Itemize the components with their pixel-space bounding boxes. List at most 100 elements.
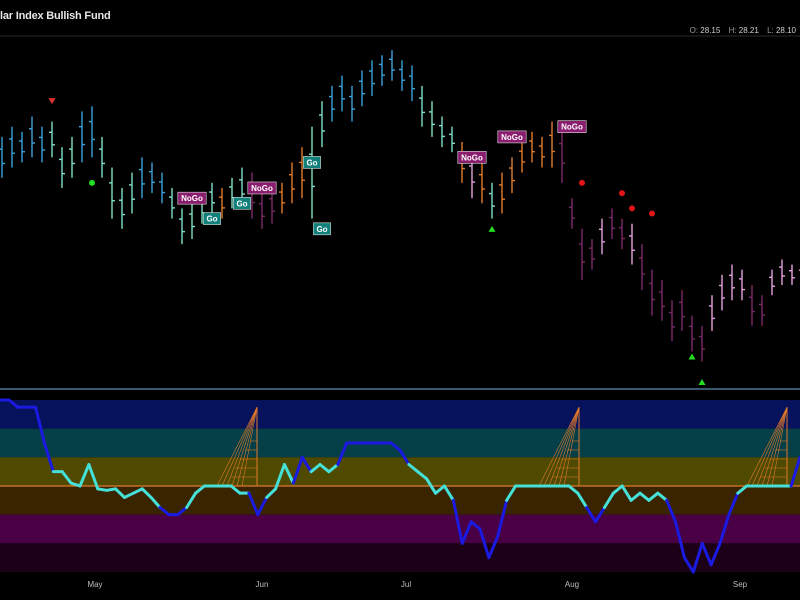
ohlc-bar (549, 121, 555, 168)
ohlc-bar (639, 244, 645, 291)
signal-label: Go (233, 196, 251, 210)
ohlc-bar (359, 70, 365, 107)
ohlc-bar (279, 182, 285, 214)
ohlc-bar (619, 218, 625, 250)
ohlc-bar (699, 325, 705, 362)
ohlc-bar (189, 203, 195, 240)
signal-dot (89, 179, 95, 186)
ohlc-bar (769, 269, 775, 296)
svg-text:NoGo: NoGo (181, 194, 203, 203)
price-chart[interactable]: NoGo Go Go NoGo Go Go NoGo NoGo NoGo May Jun Jul Au… (0, 0, 800, 600)
ohlc-bar (109, 167, 115, 219)
ohlc-bar (509, 157, 515, 194)
x-tick-label: May (87, 580, 102, 589)
ohlc-bar (789, 264, 795, 285)
oscillator-panel (0, 398, 800, 574)
signal-label: NoGo (177, 191, 207, 205)
x-tick-label: Jul (401, 580, 411, 589)
ohlc-bar (319, 101, 325, 148)
ohlc-bar (559, 126, 565, 183)
signal-dot (579, 179, 585, 186)
ohlc-bar (479, 162, 485, 204)
ohlc-bar (69, 136, 75, 178)
ohlc-bar (369, 60, 375, 97)
ohlc-bar (729, 264, 735, 301)
ohlc-bar (489, 182, 495, 219)
ohlc-bar (39, 126, 45, 163)
ohlc-bar (379, 55, 385, 86)
signal-label: NoGo (497, 130, 527, 144)
oscillator-band (0, 543, 800, 572)
ohlc-bar (159, 172, 165, 204)
svg-text:NoGo: NoGo (501, 133, 523, 142)
ohlc-bar (259, 193, 265, 229)
signal-triangle-up (698, 379, 706, 385)
signal-triangle-down (48, 98, 56, 105)
ohlc-bar (129, 172, 135, 214)
ohlc-bar (759, 295, 765, 326)
svg-text:Go: Go (206, 215, 217, 224)
ohlc-bar (609, 208, 615, 240)
price-panel: NoGo Go Go NoGo Go Go NoGo NoGo NoGo (0, 50, 800, 385)
signal-label: Go (313, 222, 331, 236)
ohlc-bar (139, 157, 145, 199)
ohlc-bar (0, 136, 5, 178)
ohlc-bar (389, 50, 395, 81)
oscillator-band (0, 400, 800, 429)
ohlc-bar (659, 279, 665, 321)
ohlc-bar (9, 126, 15, 168)
ohlc-bar (79, 111, 85, 163)
ohlc-bar (49, 121, 55, 158)
svg-text:NoGo: NoGo (561, 123, 583, 132)
ohlc-bar (149, 162, 155, 194)
ohlc-bar (679, 290, 685, 331)
ohlc-bar (779, 259, 785, 285)
ohlc-bar (119, 187, 125, 229)
signal-dot (629, 205, 635, 212)
signal-dot (649, 210, 655, 217)
ohlc-bar (29, 116, 35, 158)
signal-dot (619, 190, 625, 197)
svg-text:Go: Go (306, 158, 317, 167)
ohlc-bar (749, 284, 755, 326)
signal-label: Go (303, 156, 321, 169)
ohlc-bar (409, 65, 415, 102)
ohlc-bar (179, 208, 185, 245)
ohlc-bar (499, 172, 505, 214)
ohlc-bar (249, 172, 255, 219)
ohlc-bar (419, 85, 425, 127)
ohlc-bar (329, 85, 335, 122)
signal-triangle-up (688, 353, 696, 360)
ohlc-bar (169, 187, 175, 219)
signal-triangle-up (488, 225, 496, 232)
ohlc-bar (739, 269, 745, 301)
ohlc-bar (669, 300, 675, 342)
oscillator-band (0, 457, 800, 486)
x-tick-label: Sep (733, 580, 748, 589)
signal-label: Go (203, 212, 221, 225)
ohlc-bar (429, 101, 435, 137)
ohlc-bar (719, 274, 725, 311)
ohlc-bar (649, 269, 655, 316)
svg-text:Go: Go (236, 199, 247, 208)
signal-label: NoGo (457, 151, 487, 164)
ohlc-bar (629, 223, 635, 265)
ohlc-bar (529, 131, 535, 163)
svg-text:Go: Go (316, 225, 327, 234)
x-tick-label: Aug (565, 580, 579, 589)
ohlc-bar (289, 162, 295, 204)
signal-label: NoGo (557, 120, 587, 133)
ohlc-bar (569, 198, 575, 229)
svg-text:NoGo: NoGo (461, 153, 483, 162)
ohlc-bar (209, 182, 215, 214)
ohlc-bar (59, 147, 65, 188)
ohlc-bar (339, 75, 345, 112)
ohlc-bar (449, 126, 455, 153)
ohlc-bar (89, 106, 95, 158)
ohlc-bar (439, 116, 445, 148)
ohlc-bar (309, 126, 315, 219)
ohlc-bar (19, 131, 25, 163)
oscillator-band (0, 486, 800, 515)
ohlc-bar (519, 142, 525, 173)
ohlc-bar (689, 315, 695, 352)
